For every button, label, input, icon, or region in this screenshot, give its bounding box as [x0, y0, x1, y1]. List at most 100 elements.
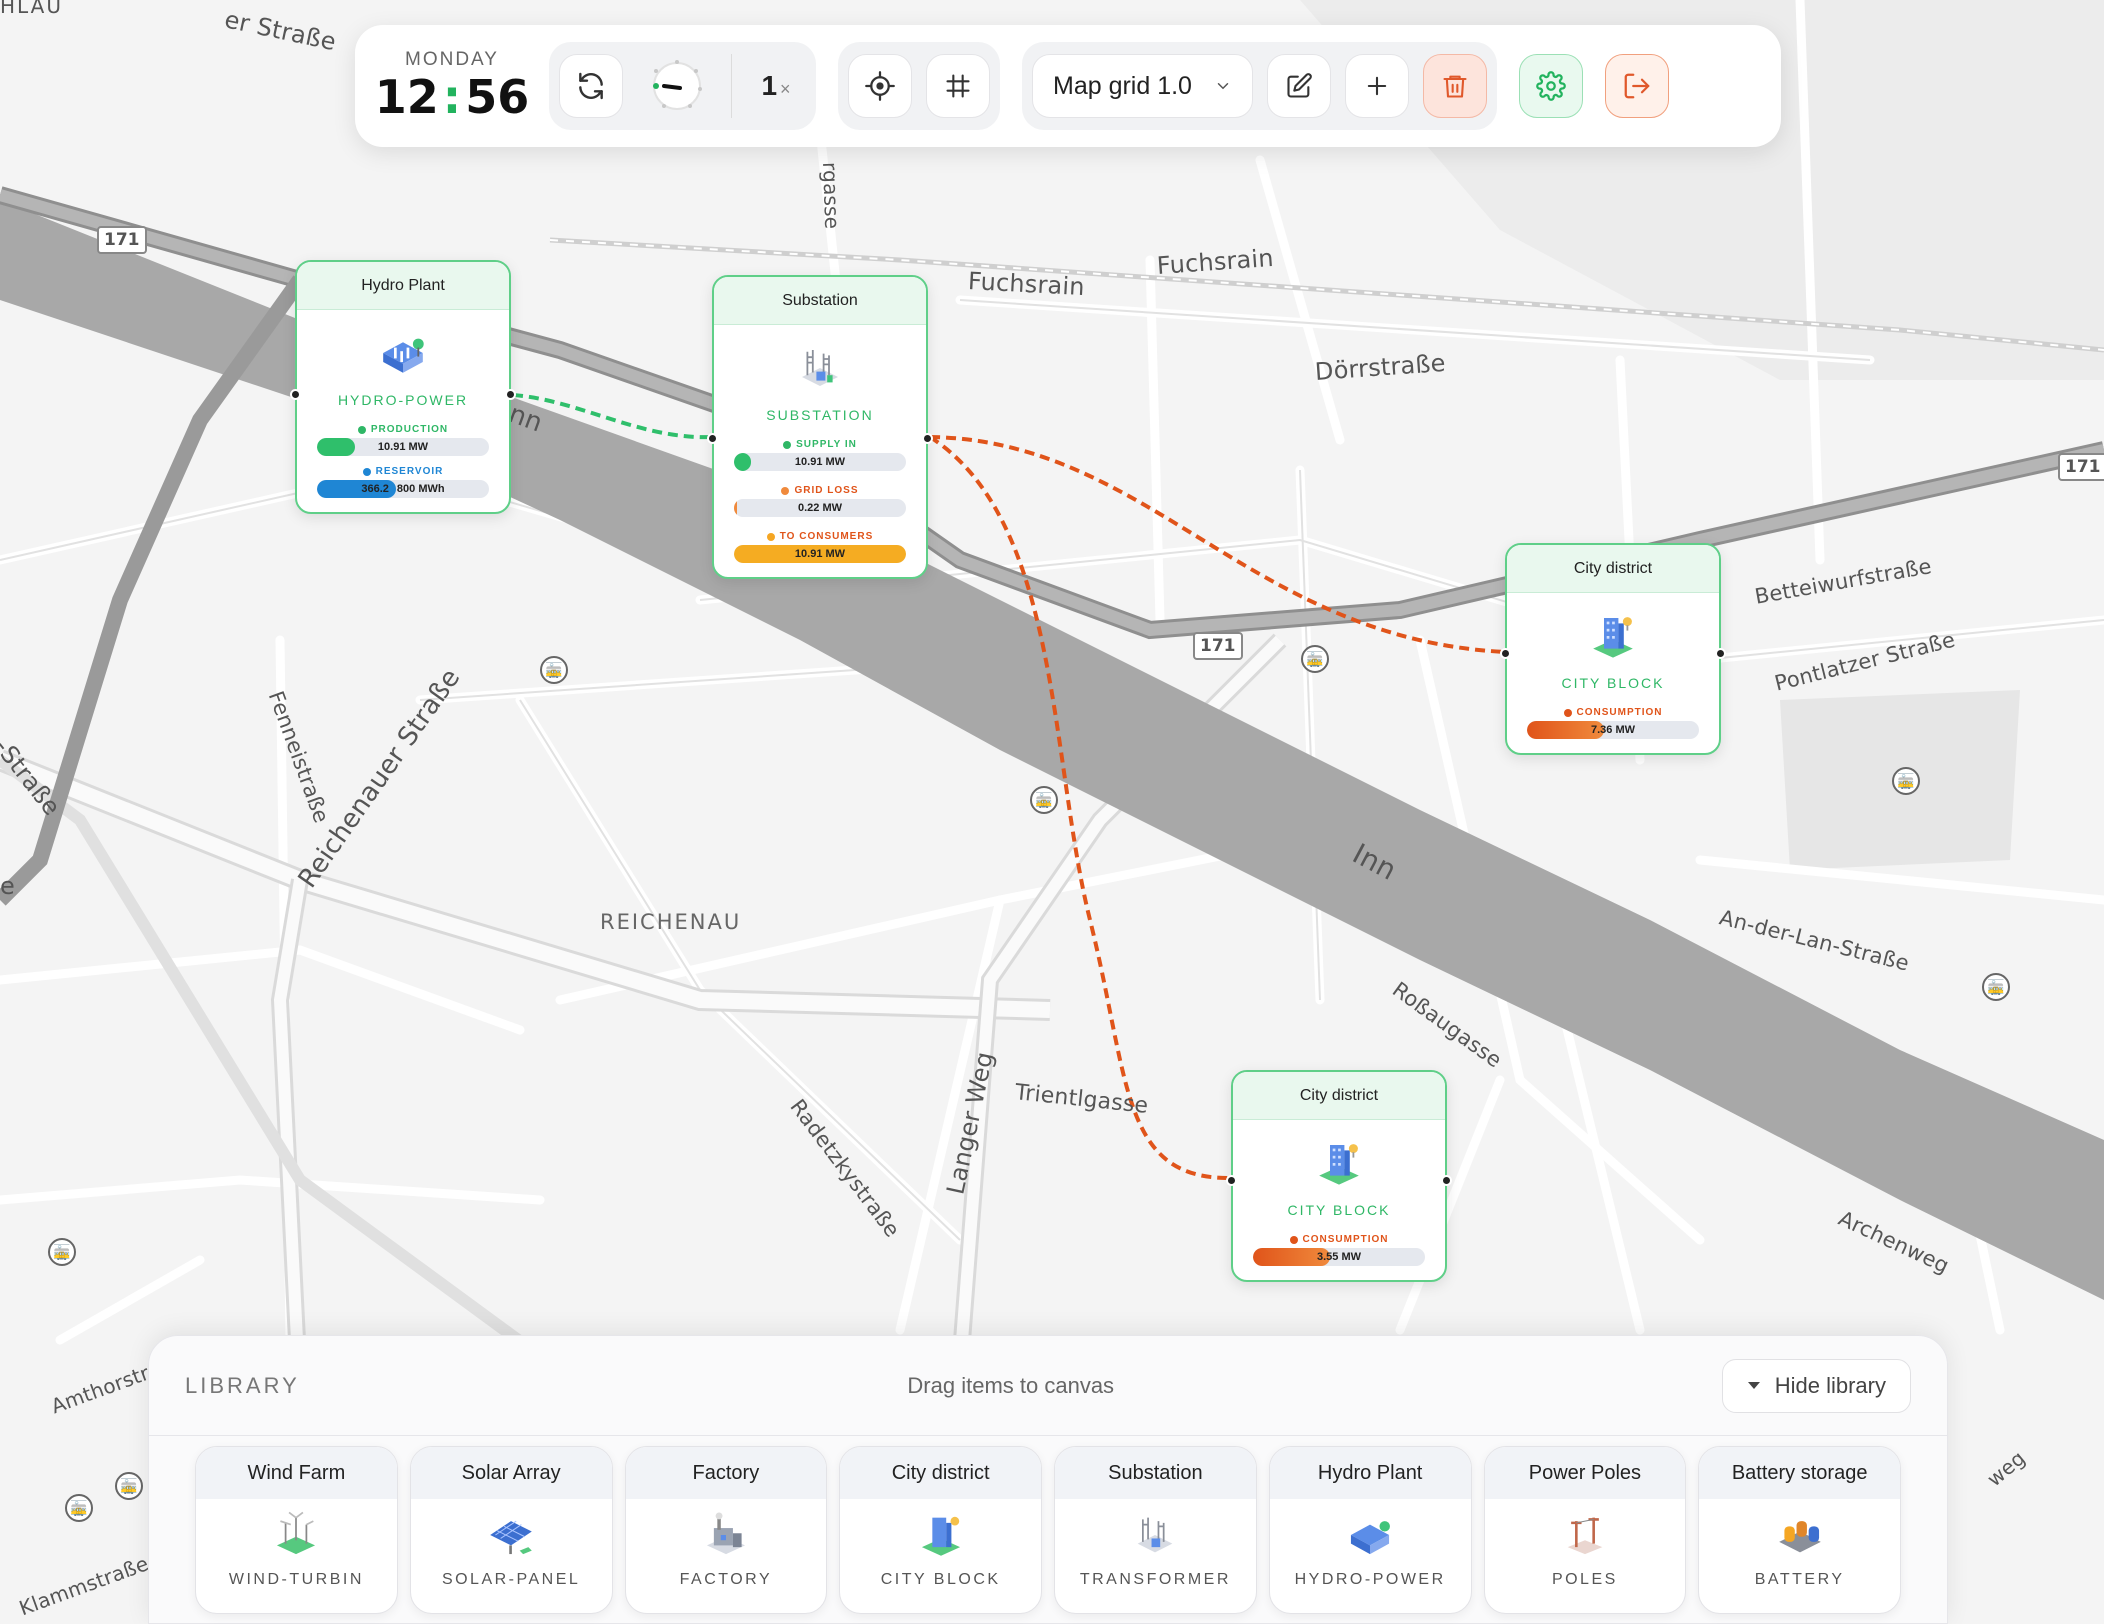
library-item-icon — [1055, 1499, 1256, 1571]
factory-icon — [706, 1512, 745, 1555]
map-label-street: rgasse — [818, 161, 845, 230]
metric-value: 10.91 MW — [794, 548, 846, 560]
speed-multiplier[interactable]: 1 × — [746, 70, 806, 102]
metric-value: 10.91 MW — [377, 441, 429, 453]
node-city-district[interactable]: City district CITY BLOCK CONSUMPTION 7.3… — [1500, 543, 1726, 755]
node-type: CITY BLOCK — [1287, 1202, 1391, 1218]
consumption-bar: 3.55 MW — [1253, 1248, 1425, 1266]
node-city-district[interactable]: City district CITY BLOCK CONSUMPTION 3.5… — [1226, 1070, 1452, 1282]
metric-label: RESERVOIR — [375, 466, 444, 477]
output-port[interactable] — [505, 389, 516, 400]
metric-grid-loss: GRID LOSS 0.22 MW — [734, 485, 906, 517]
status-dot — [781, 486, 790, 495]
tram-stop-icon[interactable]: 🚋 — [1892, 767, 1920, 795]
battery-icon — [1778, 1521, 1821, 1553]
library-item-icon — [840, 1499, 1041, 1571]
tram-stop-icon[interactable]: 🚋 — [1301, 645, 1329, 673]
input-port[interactable] — [290, 389, 301, 400]
metric-label: GRID LOSS — [794, 485, 859, 496]
reset-button[interactable] — [559, 54, 623, 118]
input-port[interactable] — [1500, 648, 1511, 659]
node-substation[interactable]: Substation SUBSTATION SUPPLY IN 10.91 MW… — [707, 275, 933, 579]
library-title: LIBRARY — [185, 1372, 300, 1398]
speed-value: 1 — [761, 70, 778, 101]
speed-unit: × — [780, 79, 791, 99]
refresh-icon — [579, 72, 603, 100]
status-dot — [362, 467, 371, 476]
node-hydro-plant[interactable]: Hydro Plant HYDRO-POWER PRODUCTION 10.91… — [290, 260, 516, 514]
hide-library-label: Hide library — [1774, 1372, 1886, 1398]
library-item-title: City district — [840, 1447, 1041, 1499]
library-item[interactable]: Solar Array SOLAR-PANEL — [409, 1446, 613, 1614]
tram-stop-icon[interactable]: 🚋 — [48, 1238, 76, 1266]
tram-stop-icon[interactable]: 🚋 — [115, 1472, 143, 1500]
library-item[interactable]: Wind Farm WIND-TURBIN — [195, 1446, 398, 1614]
clock-time: 12:56 — [375, 71, 529, 123]
library-item[interactable]: Substation TRANSFORMER — [1054, 1446, 1257, 1614]
clock-hour: 12 — [374, 70, 439, 124]
tram-stop-icon[interactable]: 🚋 — [1982, 973, 2010, 1001]
node-type: SUBSTATION — [766, 407, 874, 423]
caret-down-icon — [1747, 1381, 1760, 1389]
hydro-power-icon — [383, 338, 424, 373]
logout-button[interactable] — [1604, 54, 1669, 118]
output-port[interactable] — [922, 433, 933, 444]
tram-stop-icon[interactable]: 🚋 — [540, 656, 568, 684]
library-item-type: TRANSFORMER — [1079, 1571, 1231, 1588]
center-button[interactable] — [848, 54, 912, 118]
library-item-icon — [1699, 1499, 1900, 1571]
edit-button[interactable] — [1266, 54, 1331, 118]
output-port[interactable] — [1715, 648, 1726, 659]
hide-library-button[interactable]: Hide library — [1721, 1358, 1911, 1413]
reservoir-current: 366.2 — [361, 483, 389, 495]
input-port[interactable] — [1226, 1175, 1237, 1186]
speed-dial[interactable] — [637, 54, 717, 118]
metric-reservoir: RESERVOIR 366.2 800 MWh — [317, 466, 489, 498]
node-title: City district — [1233, 1072, 1445, 1120]
delete-button[interactable] — [1422, 54, 1487, 118]
tram-stop-icon[interactable]: 🚋 — [65, 1494, 93, 1522]
library-item[interactable]: Battery storage BATTERY — [1698, 1446, 1901, 1614]
grid-toggle-button[interactable] — [926, 54, 990, 118]
chevron-down-icon — [1217, 83, 1229, 90]
metric-consumption: CONSUMPTION 3.55 MW — [1253, 1234, 1425, 1266]
library-item-type: CITY BLOCK — [880, 1571, 1001, 1588]
supply-bar: 10.91 MW — [734, 453, 906, 471]
input-port[interactable] — [707, 433, 718, 444]
substation-icon — [802, 350, 838, 386]
library-header: LIBRARY Drag items to canvas Hide librar… — [149, 1336, 1947, 1436]
map-grid-select[interactable]: Map grid 1.0 — [1032, 54, 1253, 118]
output-port[interactable] — [1441, 1175, 1452, 1186]
playback-group: 1 × — [549, 42, 816, 130]
dial-icon — [653, 60, 702, 110]
library-item[interactable]: City district CITY BLOCK — [839, 1446, 1042, 1614]
metric-value: 366.2 800 MWh — [317, 480, 489, 498]
metric-consumption: CONSUMPTION 7.36 MW — [1527, 707, 1699, 739]
library-item-title: Factory — [625, 1447, 827, 1499]
map-grid-select-value: Map grid 1.0 — [1053, 71, 1192, 100]
library-item-title: Battery storage — [1699, 1447, 1900, 1499]
view-group — [838, 42, 1000, 130]
library-item-icon — [1270, 1499, 1471, 1571]
metric-to-consumers: TO CONSUMERS 10.91 MW — [734, 531, 906, 563]
library-item[interactable]: Factory FACTORY — [624, 1446, 828, 1614]
settings-button[interactable] — [1518, 54, 1583, 118]
transformer-icon — [1138, 1517, 1173, 1553]
library-item-type: FACTORY — [679, 1571, 773, 1588]
status-dot — [766, 532, 775, 541]
node-title: City district — [1507, 545, 1719, 593]
add-button[interactable] — [1344, 54, 1409, 118]
library-item-type: SOLAR-PANEL — [441, 1571, 581, 1588]
consumers-bar: 10.91 MW — [734, 545, 906, 563]
metric-label: CONSUMPTION — [1302, 1234, 1389, 1245]
library-item[interactable]: Power Poles POLES — [1483, 1446, 1687, 1614]
tram-stop-icon[interactable]: 🚋 — [1030, 786, 1058, 814]
road-shield-171: 171 — [2058, 453, 2104, 481]
status-dot — [1563, 708, 1572, 717]
library-item[interactable]: Hydro Plant HYDRO-POWER — [1268, 1446, 1472, 1614]
library-item-icon — [196, 1499, 397, 1571]
library-item-type: POLES — [1551, 1571, 1618, 1588]
metric-label: PRODUCTION — [370, 424, 449, 435]
library-item-title: Power Poles — [1484, 1447, 1686, 1499]
clock-minute: 56 — [465, 70, 530, 124]
